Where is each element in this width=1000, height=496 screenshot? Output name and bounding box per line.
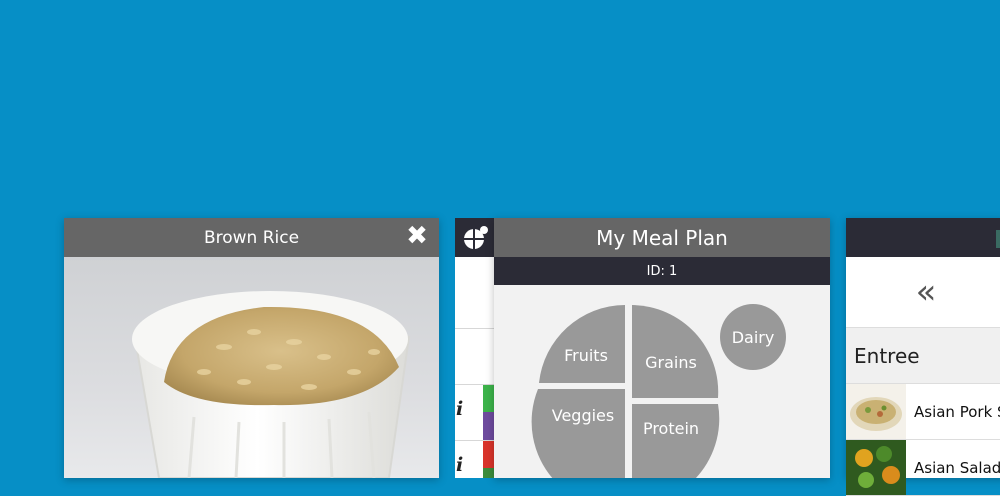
dairy-label: Dairy [732, 328, 775, 347]
menu-header [846, 218, 1000, 257]
double-chevron-left-icon: « [915, 272, 937, 312]
menu-item-label: Asian Salad [914, 458, 1000, 477]
list-item[interactable]: Asian Pork S [846, 384, 1000, 440]
meal-plan-title: My Meal Plan [596, 225, 728, 250]
food-detail-card: Brown Rice ✖ [64, 218, 439, 478]
meal-plan-card: My Meal Plan ID: 1 Fruits Grains Veggies… [494, 218, 830, 478]
section-title: Entree [854, 343, 920, 368]
meal-plan-id: ID: 1 [646, 263, 678, 279]
close-icon[interactable]: ✖ [405, 223, 429, 249]
plate-section-veggies[interactable] [531, 389, 625, 478]
meal-plan-header: My Meal Plan [494, 218, 830, 257]
veggies-label: Veggies [552, 406, 614, 425]
plate-section-grains[interactable] [632, 305, 719, 398]
food-photo [64, 257, 439, 478]
menu-section-header: Entree [846, 328, 1000, 384]
info-icon[interactable]: i [456, 454, 463, 476]
plate-section-fruits[interactable] [539, 305, 625, 383]
side-panel-header [455, 218, 495, 257]
info-icon[interactable]: i [456, 398, 463, 420]
divider [455, 328, 495, 329]
list-item[interactable]: Asian Salad [846, 440, 1000, 496]
meal-plan-subheader: ID: 1 [494, 257, 830, 285]
grains-label: Grains [645, 353, 697, 372]
fruits-label: Fruits [564, 346, 608, 365]
protein-label: Protein [643, 419, 699, 438]
brown-rice-bowl-image [132, 291, 411, 478]
food-thumbnail [846, 384, 906, 439]
my-plate-diagram: Fruits Grains Veggies Protein Dairy [531, 304, 786, 478]
header-tab [996, 230, 1000, 248]
back-button[interactable]: « [846, 257, 1000, 328]
pie-chart-icon[interactable] [462, 225, 488, 251]
food-thumbnail [846, 440, 906, 495]
menu-item-label: Asian Pork S [914, 402, 1000, 421]
side-panel: i i [455, 218, 495, 478]
food-detail-header: Brown Rice ✖ [64, 218, 439, 257]
food-title: Brown Rice [203, 227, 300, 248]
plate-section-protein[interactable] [632, 404, 720, 478]
menu-card: « Entree Asian Pork S Asian Salad [846, 218, 1000, 496]
